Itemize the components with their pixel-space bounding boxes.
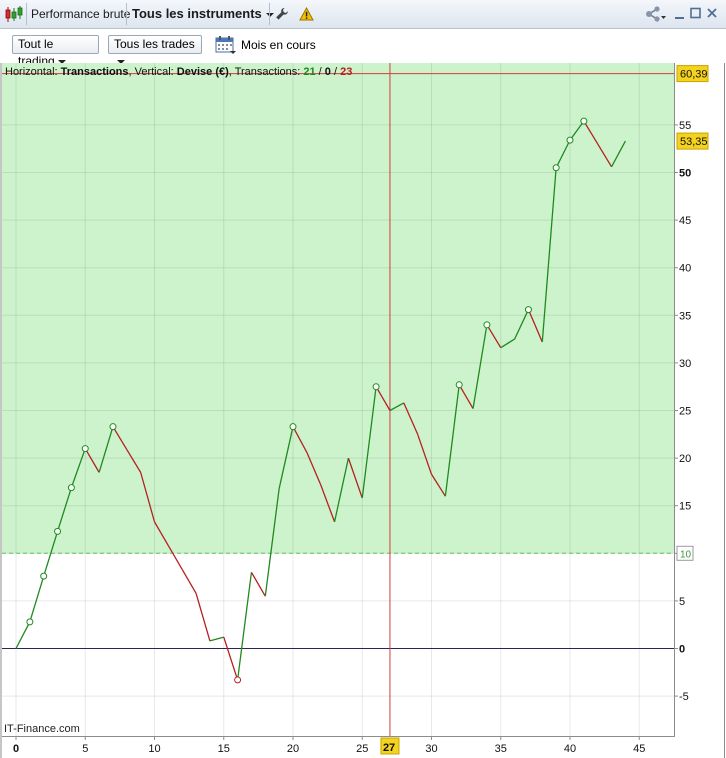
chart-info: Horizontal: Transactions, Vertical: Devi… (5, 66, 352, 78)
y-tick-label: 50 (679, 168, 691, 180)
y-tick-label: -5 (679, 691, 689, 703)
info-total: 23 (340, 66, 352, 78)
point-marker (109, 423, 117, 431)
info-horizontal-value: Transactions (61, 66, 129, 78)
threshold-badge: 10 (676, 545, 694, 561)
cursor-x-badge-text: 27 (383, 742, 395, 754)
y-tick-label: 55 (679, 120, 691, 132)
wrench-icon[interactable] (275, 7, 289, 21)
max-value-badge-text: 60,39 (680, 69, 708, 81)
x-tick-label: 0 (13, 743, 19, 755)
instrument-select-label: Tous les instruments (132, 6, 262, 21)
title-bar: Performance brute Tous les instruments (0, 0, 726, 29)
point-marker (580, 117, 588, 125)
tab-performance-brute-label: Performance brute (31, 7, 131, 21)
point-marker (372, 383, 380, 391)
y-tick-label: 15 (679, 501, 691, 513)
point-marker (524, 306, 532, 314)
last-value-badge-text: 53,35 (680, 136, 708, 148)
x-tick-label: 5 (82, 743, 88, 755)
trading-select[interactable]: Tout le trading (12, 35, 99, 68)
point-marker (483, 321, 491, 329)
x-tick-label: 30 (425, 743, 437, 755)
info-wins: 21 (303, 66, 315, 78)
cursor-x-badge: 27 (380, 737, 400, 755)
info-sep1: / (316, 66, 325, 78)
tab-performance-brute[interactable]: Performance brute (31, 3, 130, 25)
info-vertical-value: Devise (€) (177, 66, 229, 78)
x-tick-label: 40 (564, 743, 576, 755)
info-horizontal-prefix: Horizontal: (5, 66, 61, 78)
watermark: IT-Finance.com (4, 723, 80, 735)
maximize-icon[interactable] (690, 6, 701, 23)
candlestick-icon[interactable] (4, 6, 24, 23)
last-value-badge: 53,35 (676, 132, 709, 150)
x-tick-label: 15 (218, 743, 230, 755)
info-vertical-prefix: , Vertical: (129, 66, 177, 78)
y-tick-label: 30 (679, 358, 691, 370)
x-tick-label: 45 (633, 743, 645, 755)
close-icon[interactable] (706, 6, 718, 23)
period-label[interactable]: Mois en cours (241, 38, 316, 52)
point-marker (234, 676, 242, 684)
y-tick-label: 0 (679, 644, 685, 656)
info-transactions-prefix: , Transactions: (229, 66, 304, 78)
threshold-badge-text: 10 (680, 549, 692, 560)
point-marker (566, 136, 574, 144)
minimize-icon[interactable] (674, 6, 685, 23)
y-tick-label: 20 (679, 453, 691, 465)
x-tick-label: 10 (148, 743, 160, 755)
info-sep2: / (331, 66, 340, 78)
equity-chart[interactable]: -5 0 5 10 15 20 25 30 35 40 45 50 55 0 5 10 15 20 25 30 35 4… (0, 63, 726, 758)
trades-select-value: Tous les trades (114, 37, 195, 51)
x-tick-label: 25 (356, 743, 368, 755)
filter-toolbar: Tout le trading Tous les trades Mois en … (0, 29, 726, 68)
x-tick-label: 35 (495, 743, 507, 755)
y-tick-label: 25 (679, 406, 691, 418)
x-tick-label: 20 (287, 743, 299, 755)
y-tick-label: 40 (679, 263, 691, 275)
point-marker (54, 527, 62, 535)
y-tick-label: 45 (679, 215, 691, 227)
point-marker (81, 445, 89, 453)
warning-icon[interactable] (299, 6, 314, 21)
share-icon[interactable] (645, 6, 667, 23)
point-marker (552, 164, 560, 172)
calendar-icon[interactable] (215, 35, 237, 55)
y-tick-label: 35 (679, 310, 691, 322)
instrument-select[interactable]: Tous les instruments (132, 3, 274, 25)
point-marker (289, 423, 297, 431)
point-marker (26, 618, 34, 626)
point-marker (455, 381, 463, 389)
point-marker (40, 572, 48, 580)
trades-select[interactable]: Tous les trades (108, 35, 202, 64)
max-value-badge: 60,39 (676, 65, 709, 83)
y-tick-label: 5 (679, 596, 685, 608)
point-marker (67, 484, 75, 492)
